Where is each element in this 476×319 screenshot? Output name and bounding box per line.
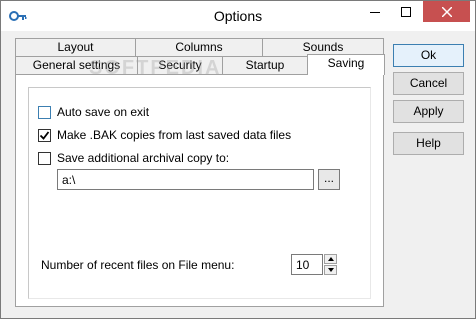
help-button[interactable]: Help (393, 132, 464, 155)
bak-copies-label: Make .BAK copies from last saved data fi… (57, 128, 292, 142)
minimize-button[interactable] (361, 1, 389, 22)
tab-columns[interactable]: Columns (135, 38, 263, 56)
minimize-icon (370, 11, 380, 13)
ok-button[interactable]: Ok (393, 44, 464, 67)
recent-files-input[interactable] (291, 254, 323, 275)
apply-button[interactable]: Apply (393, 100, 464, 123)
tab-layout[interactable]: Layout (15, 38, 136, 56)
auto-save-checkbox[interactable] (38, 105, 51, 119)
tab-saving[interactable]: Saving (307, 54, 385, 75)
tab-security[interactable]: Security (137, 56, 223, 74)
auto-save-label: Auto save on exit (57, 105, 150, 119)
tab-general-settings[interactable]: General settings (15, 56, 138, 74)
cancel-button[interactable]: Cancel (393, 72, 464, 95)
spin-up-button[interactable] (324, 254, 337, 264)
bak-copies-checkbox[interactable] (38, 128, 51, 142)
archival-copy-checkbox[interactable] (38, 151, 51, 165)
archival-copy-option[interactable]: Save additional archival copy to: (38, 151, 229, 165)
browse-button[interactable]: ... (318, 169, 340, 190)
recent-files-label: Number of recent files on File menu: (41, 258, 235, 272)
archival-copy-label: Save additional archival copy to: (57, 151, 230, 165)
bak-copies-option[interactable]: Make .BAK copies from last saved data fi… (38, 128, 291, 142)
maximize-icon (401, 6, 411, 17)
options-dialog: Options Layout Columns Sounds General se… (0, 0, 476, 319)
archival-path-input[interactable] (57, 169, 314, 190)
close-icon (441, 6, 452, 17)
maximize-button[interactable] (392, 1, 420, 22)
tab-startup[interactable]: Startup (222, 56, 308, 74)
checkmark-icon (39, 130, 50, 140)
spin-down-button[interactable] (324, 265, 337, 275)
title-bar[interactable]: Options (1, 1, 475, 31)
close-button[interactable] (423, 1, 470, 22)
auto-save-option[interactable]: Auto save on exit (38, 105, 149, 119)
